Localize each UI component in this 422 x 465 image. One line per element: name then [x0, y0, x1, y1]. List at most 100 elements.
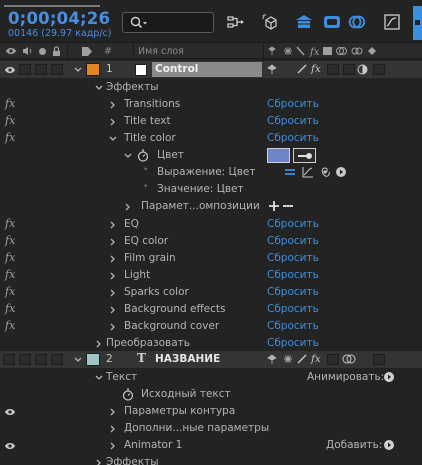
reset-link[interactable]: Сбросить — [267, 235, 319, 247]
draft-3d-icon[interactable] — [260, 12, 280, 32]
column-divider[interactable] — [67, 43, 68, 60]
layer-search-input[interactable] — [122, 12, 214, 33]
quality-switch-icon[interactable] — [296, 353, 308, 365]
chevron-right-icon[interactable] — [108, 406, 118, 418]
solo-toggle[interactable] — [35, 64, 47, 75]
timecode-display[interactable]: 0;00;04;26 — [8, 9, 110, 28]
frame-blend-toggle[interactable] — [327, 354, 339, 365]
text-group-row[interactable]: Текст Анимировать: — [0, 369, 422, 386]
expression-pickwhip-icon[interactable] — [319, 166, 331, 178]
eyedropper-button[interactable] — [293, 148, 316, 163]
solo-toggle[interactable] — [35, 354, 47, 365]
reset-link[interactable]: Сбросить — [267, 98, 319, 110]
chevron-right-icon[interactable] — [108, 287, 118, 299]
effect-row-title-color[interactable]: fx Title color Сбросить — [0, 130, 422, 147]
effect-enable-fx[interactable]: fx — [5, 234, 15, 247]
audio-toggle[interactable] — [19, 354, 31, 365]
layer-name[interactable]: НАЗВАНИЕ — [155, 353, 220, 365]
3d-layer-toggle[interactable] — [373, 354, 385, 365]
layer-number-header[interactable]: # — [104, 45, 112, 57]
chevron-right-icon[interactable] — [108, 253, 118, 265]
effects-switch-fx[interactable]: fx — [311, 63, 321, 75]
effect-enable-fx[interactable]: fx — [5, 97, 15, 110]
color-swatch[interactable] — [267, 148, 290, 163]
chevron-right-icon[interactable] — [108, 423, 118, 435]
graph-editor-icon[interactable] — [382, 12, 402, 32]
eye-column-icon[interactable] — [5, 45, 17, 57]
shy-layers-icon[interactable] — [294, 12, 314, 32]
chevron-right-icon[interactable] — [94, 457, 104, 465]
chevron-right-icon[interactable] — [108, 219, 118, 231]
property-row-color[interactable]: Цвет — [0, 147, 422, 164]
layer-name-highlight[interactable]: Control — [152, 62, 262, 77]
audio-toggle[interactable] — [19, 64, 31, 75]
chevron-right-icon[interactable] — [94, 338, 104, 350]
property-row-source-text[interactable]: Исходный текст — [0, 386, 422, 403]
chevron-down-icon[interactable] — [94, 372, 104, 384]
adjustment-layer-icon[interactable] — [357, 64, 368, 75]
solo-column-icon[interactable] — [38, 45, 47, 57]
effect-enable-fx[interactable]: fx — [5, 302, 15, 315]
stopwatch-icon[interactable] — [122, 388, 134, 401]
right-edge-scroll[interactable] — [413, 6, 422, 40]
property-row-animator[interactable]: Animator 1 Добавить: — [0, 437, 422, 454]
effect-row-eq-color[interactable]: fx EQ color Сбросить — [0, 233, 422, 250]
expression-graph-icon[interactable] — [302, 166, 314, 178]
animate-menu-icon[interactable] — [383, 371, 395, 383]
chevron-down-icon[interactable] — [73, 354, 83, 366]
chevron-right-icon[interactable] — [108, 440, 118, 452]
effect-row-eq[interactable]: fx EQ Сбросить — [0, 216, 422, 233]
reset-link[interactable]: Сбросить — [267, 320, 319, 332]
chevron-down-icon[interactable] — [123, 150, 133, 162]
reset-link[interactable]: Сбросить — [267, 132, 319, 144]
effect-enable-fx[interactable]: fx — [5, 131, 15, 144]
effect-row-light[interactable]: fx Light Сбросить — [0, 267, 422, 284]
quality-switch-icon[interactable] — [296, 63, 308, 75]
chevron-down-icon[interactable] — [94, 82, 104, 94]
comp-mini-flowchart-icon[interactable] — [226, 12, 246, 32]
chevron-right-icon[interactable] — [108, 116, 118, 128]
frame-blend-toggle[interactable] — [327, 64, 339, 75]
layer-name-header[interactable]: Имя слоя — [138, 45, 184, 57]
effects-group-row-2[interactable]: Эффекты — [0, 454, 422, 465]
chevron-right-icon[interactable] — [108, 99, 118, 111]
chevron-down-icon[interactable] — [108, 133, 118, 145]
effect-enable-fx[interactable]: fx — [5, 251, 15, 264]
remove-icon[interactable] — [282, 200, 294, 212]
chevron-right-icon[interactable] — [108, 321, 118, 333]
reset-link[interactable]: Сбросить — [267, 337, 319, 349]
chevron-down-icon[interactable] — [73, 64, 83, 76]
property-row-path-options[interactable]: Параметры контура — [0, 403, 422, 420]
chevron-right-icon[interactable] — [108, 236, 118, 248]
effects-group-row[interactable]: Эффекты — [0, 79, 422, 96]
effect-row-film-grain[interactable]: fx Film grain Сбросить — [0, 250, 422, 267]
shy-switch-icon[interactable] — [266, 63, 278, 75]
effect-row-sparks-color[interactable]: fx Sparks color Сбросить — [0, 284, 422, 301]
reset-link[interactable]: Сбросить — [267, 286, 319, 298]
label-column-icon[interactable] — [81, 45, 93, 57]
stopwatch-icon[interactable] — [137, 149, 149, 162]
shy-switch-icon[interactable] — [266, 353, 278, 365]
chevron-right-icon[interactable] — [108, 304, 118, 316]
transform-group-row[interactable]: Преобразовать Сбросить — [0, 335, 422, 352]
property-row-expression[interactable]: • Выражение: Цвет — [0, 164, 422, 181]
motion-blur-toggle[interactable] — [343, 64, 355, 75]
collapse-switch-icon[interactable] — [282, 353, 294, 365]
effect-enable-fx[interactable]: fx — [5, 285, 15, 298]
effect-row-background-effects[interactable]: fx Background effects Сбросить — [0, 301, 422, 318]
motion-blur-switch-icon[interactable] — [341, 353, 357, 365]
effect-enable-fx[interactable]: fx — [5, 268, 15, 281]
effect-enable-fx[interactable]: fx — [5, 114, 15, 127]
property-row-value[interactable]: • Значение: Цвет — [0, 181, 422, 198]
layer-label-color[interactable] — [86, 353, 100, 366]
layer-row-control[interactable]: 1 Control fx — [0, 61, 422, 78]
3d-layer-toggle[interactable] — [373, 64, 385, 75]
lock-toggle[interactable] — [51, 64, 63, 75]
property-row-more-options[interactable]: Дополни...ные параметры — [0, 420, 422, 437]
eye-icon[interactable] — [4, 441, 16, 451]
effect-row-background-cover[interactable]: fx Background cover Сбросить — [0, 318, 422, 335]
column-divider[interactable] — [133, 43, 134, 60]
chevron-right-icon[interactable] — [108, 270, 118, 282]
audio-column-icon[interactable] — [22, 45, 33, 57]
layer-label-color[interactable] — [86, 63, 100, 76]
